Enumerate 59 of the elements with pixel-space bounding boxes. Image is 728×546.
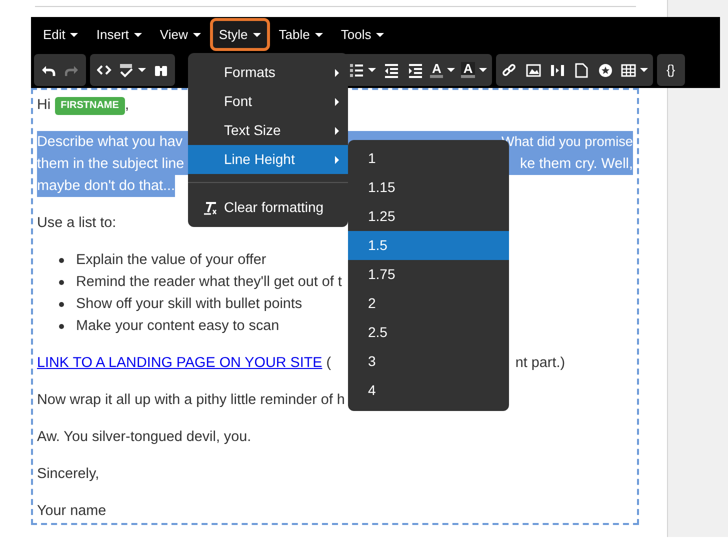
bullet-icon [59,324,64,328]
greeting-text: Hi [37,97,52,113]
link-icon [502,62,518,78]
bullet-icon [59,302,64,306]
submenu-arrow-icon [335,126,339,134]
bullet-item: Make your content easy to scan [76,317,280,336]
submenu-arrow-icon [335,68,339,76]
source-code-button[interactable]: {} [660,57,682,83]
text-color-button[interactable]: A [428,57,458,83]
bullet-icon [59,258,64,262]
clear-formatting-icon [203,200,217,214]
caret-icon [368,68,376,72]
bullet-item: Remind the reader what they'll get out of t [76,273,342,292]
menu-item[interactable]: 1.5 [348,231,509,260]
caret-icon [478,68,487,72]
menu-item[interactable]: Formats [188,58,348,87]
menu-item[interactable]: View [150,18,210,51]
bullet-item: Show off your skill with bullet points [76,295,302,314]
paragraph-text: Your name [37,502,106,521]
menu-item[interactable]: Style [210,18,270,51]
submenu-arrow-icon [335,98,339,106]
menu-item[interactable]: Insert [87,18,151,51]
landing-page-link[interactable]: LINK TO A LANDING PAGE ON YOUR SITE [37,352,322,374]
submenu-arrow-icon [335,156,339,164]
menu-item[interactable]: 3 [348,347,509,376]
page-icon [574,62,590,78]
table-icon [620,62,636,78]
menu-item[interactable]: Font [188,87,348,116]
bullet-icon [59,280,64,284]
paragraph-text: nt part.) [515,354,565,373]
background-color-button[interactable]: A [459,57,489,83]
menu-item[interactable]: Table [270,18,332,51]
paragraph-text: Sincerely, [37,465,100,484]
numbered-list-icon [349,62,364,78]
menu-item[interactable]: 4 [348,376,509,405]
caret-icon [640,68,648,72]
menu-item[interactable]: 1.15 [348,173,509,202]
paragraph-text: Now wrap it all up with a pithy little reminder of h [37,391,345,410]
menu-item[interactable]: Line Height [188,145,348,174]
menu-item[interactable]: 2.5 [348,318,509,347]
spellcheck-icon [119,62,134,78]
outdent-icon [384,62,398,78]
menu-item[interactable]: 1.75 [348,260,509,289]
caret-icon [138,68,146,72]
menu-item[interactable]: Edit [34,18,88,51]
paragraph-text: Aw. You silver-tongued devil, you. [37,428,252,447]
indent-icon [408,62,422,78]
comma-text: , [124,97,129,113]
bullet-item: Explain the value of your offer [76,251,266,270]
menu-item[interactable]: 1.25 [348,202,509,231]
code-icon [96,62,112,78]
merge-tag: FIRSTNAME [54,97,125,115]
image-icon [526,62,542,78]
paren-text: ( [325,354,332,373]
menu-item[interactable]: Clear formatting [188,193,348,222]
menu-item[interactable]: Tools [332,18,394,51]
menu-item[interactable]: 2 [348,289,509,318]
caret-icon [447,68,456,72]
paragraph-text: Use a list to: [37,214,116,233]
